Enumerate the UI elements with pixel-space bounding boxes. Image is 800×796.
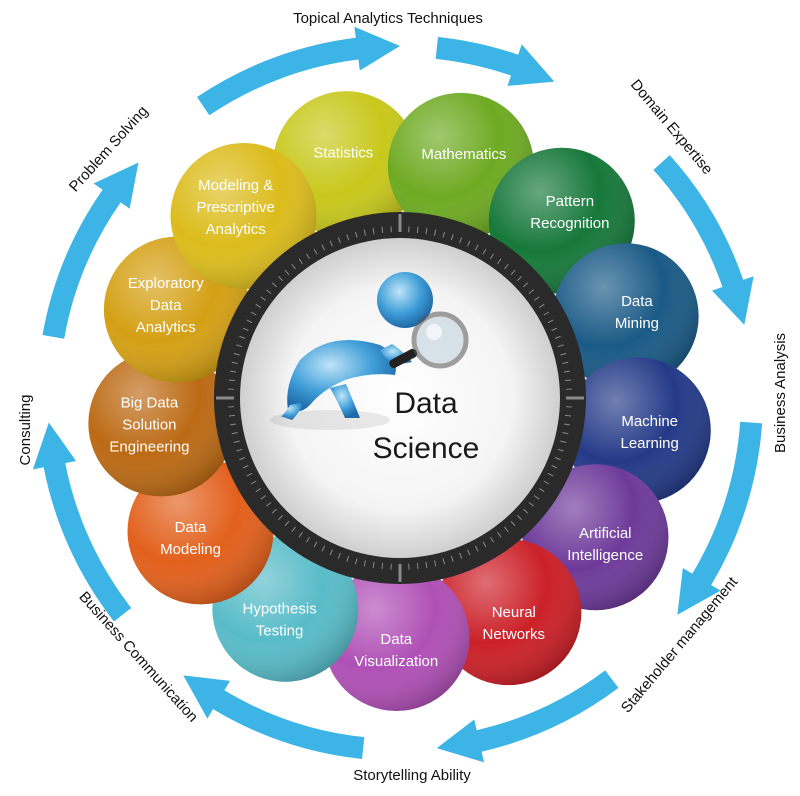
segment-label: Data xyxy=(621,293,653,310)
segment-label: Analytics xyxy=(136,319,196,336)
segment-label: Intelligence xyxy=(567,547,643,564)
data-science-wheel-diagram: Statistics MathematicsPatternRecognitionD… xyxy=(17,10,789,784)
segment-label: Pattern xyxy=(546,193,594,210)
dial-tick xyxy=(565,379,572,382)
segment-label: Prescriptive xyxy=(197,199,275,216)
segment-label: Exploratory xyxy=(128,275,204,292)
segment-label: Engineering xyxy=(109,439,189,456)
outer-arrow-3 xyxy=(436,670,619,763)
outer-arrow-4 xyxy=(183,675,365,760)
segment-label: Data xyxy=(380,631,412,648)
segment-label: Mathematics xyxy=(421,146,506,163)
label-topical-analytics: Topical Analytics Techniques xyxy=(293,10,483,27)
label-business-analysis: Business Analysis xyxy=(772,333,789,453)
center-title-line2: Science xyxy=(373,432,480,465)
segment-label: Hypothesis xyxy=(243,600,317,617)
dial-tick xyxy=(416,226,419,233)
label-consulting: Consulting xyxy=(17,395,34,466)
segment-label: Visualization xyxy=(354,653,438,670)
dial-tick xyxy=(565,414,572,417)
segment-label: Machine xyxy=(621,413,678,430)
dial-tick xyxy=(416,563,419,570)
segment-label: Modeling xyxy=(160,541,221,558)
dial-tick xyxy=(381,226,384,233)
segment-label: Testing xyxy=(256,622,304,639)
label-storytelling-ability: Storytelling Ability xyxy=(353,767,471,784)
segment-label: Statistics xyxy=(313,144,373,161)
segment-label: Analytics xyxy=(206,221,266,238)
dial-tick xyxy=(228,414,235,417)
segment-label: Mining xyxy=(615,315,659,332)
center-dial: Data Science xyxy=(214,212,586,584)
segment-label: Solution xyxy=(122,417,176,434)
segment-label: Modeling & xyxy=(198,177,273,194)
segment-label: Data xyxy=(175,519,207,536)
segment-label: Learning xyxy=(620,435,678,452)
dial-tick xyxy=(228,379,235,382)
segment-label: Big Data xyxy=(121,395,179,412)
segment-label: Recognition xyxy=(530,215,609,232)
segment-label: Data xyxy=(150,297,182,314)
segment-label: Networks xyxy=(483,626,546,643)
outer-arrow-0 xyxy=(435,36,555,86)
segment-label: Artificial xyxy=(579,525,632,542)
dial-tick xyxy=(381,563,384,570)
segment-label: Neural xyxy=(492,604,536,621)
center-title-line1: Data xyxy=(394,387,458,420)
label-business-communication: Business Communication xyxy=(75,588,201,725)
